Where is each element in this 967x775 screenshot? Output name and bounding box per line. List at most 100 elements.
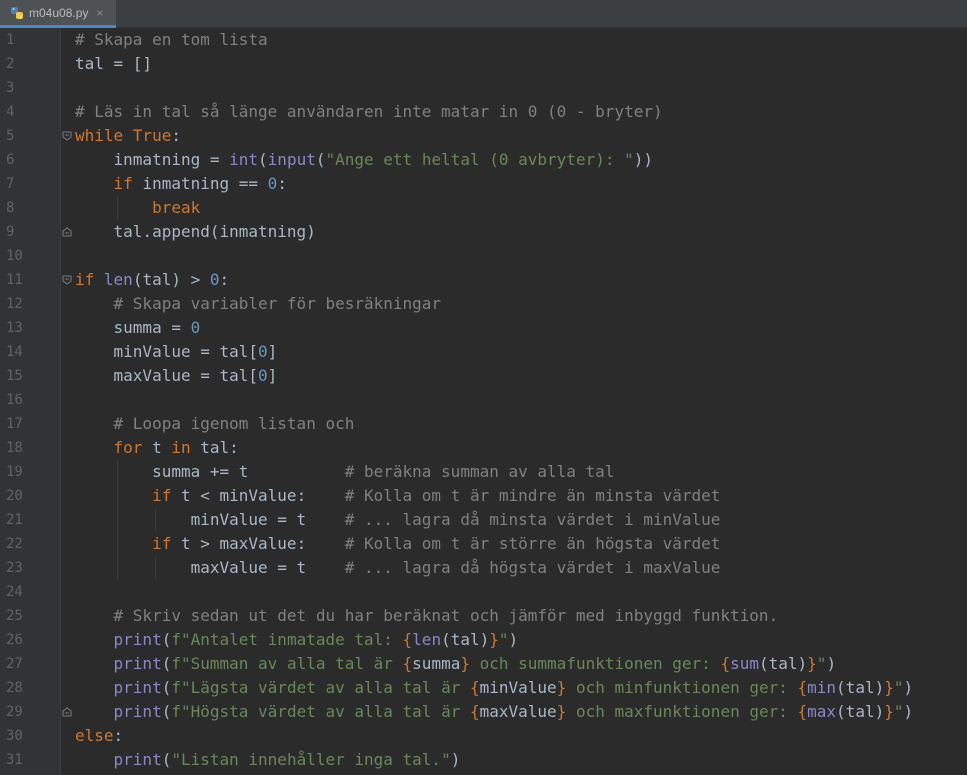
code-line[interactable]: 3 (0, 76, 967, 100)
python-file-icon (11, 6, 23, 19)
code-line[interactable]: 25 # Skriv sedan ut det du har beräknat … (0, 604, 967, 628)
code-text: # Skapa en tom lista (75, 28, 268, 52)
code-text: # Skapa variabler för besräkningar (75, 292, 442, 316)
code-text: else: (75, 724, 123, 748)
code-token: minValue = t (75, 510, 345, 529)
code-token: { (797, 678, 808, 697)
code-line[interactable]: 16 (0, 388, 967, 412)
code-line[interactable]: 31 print("Listan innehåller inga tal.") (0, 748, 967, 772)
code-token: "Ange ett heltal (0 avbryter): " (325, 150, 634, 169)
code-token: print (113, 702, 162, 721)
code-token: { (402, 630, 413, 649)
code-token: och minfunktionen ger: (566, 678, 798, 697)
code-token: maxValue (479, 702, 557, 721)
code-text: # Läs in tal så länge användaren inte ma… (75, 100, 663, 124)
code-token: print (113, 654, 162, 673)
code-text: inmatning = int(input("Ange ett heltal (… (75, 148, 653, 172)
code-line[interactable]: 30 else: (0, 724, 967, 748)
code-text: for t in tal: (75, 436, 239, 460)
code-line[interactable]: 1 # Skapa en tom lista (0, 28, 967, 52)
file-tab[interactable]: m04u08.py × (0, 0, 116, 28)
code-line[interactable]: 7 if inmatning == 0: (0, 172, 967, 196)
code-token: t (152, 438, 172, 457)
line-number: 20 (6, 488, 23, 504)
code-editor[interactable]: 1 # Skapa en tom lista 2 tal = [] 3 4 # Läs in… (0, 28, 967, 775)
code-line[interactable]: 8 break (0, 196, 967, 220)
code-line[interactable]: 29 print(f"Högsta värdet av alla tal är … (0, 700, 967, 724)
code-token: # ... lagra då minsta värdet i minValue (344, 510, 721, 529)
fold-open-icon[interactable] (62, 275, 72, 285)
code-text: print(f"Högsta värdet av alla tal är {ma… (75, 700, 914, 724)
code-token: " (816, 654, 827, 673)
fold-end-icon[interactable] (62, 227, 72, 237)
code-line[interactable]: 13 summa = 0 (0, 316, 967, 340)
code-line[interactable]: 6 inmatning = int(input("Ange ett heltal… (0, 148, 967, 172)
line-number: 13 (6, 320, 23, 336)
code-token: f"Antalet inmatade tal: (171, 630, 403, 649)
code-token: tal.append(inmatning) (75, 222, 316, 241)
code-token: } (884, 702, 894, 721)
code-token: } (556, 702, 567, 721)
code-text: if t < minValue: # Kolla om t är mindre … (75, 484, 720, 508)
code-line[interactable]: 22 if t > maxValue: # Kolla om t är stör… (0, 532, 967, 556)
code-line[interactable]: 15 maxValue = tal[0] (0, 364, 967, 388)
code-line[interactable]: 21 minValue = t # ... lagra då minsta vä… (0, 508, 967, 532)
code-token: (tal) (758, 654, 808, 673)
code-line[interactable]: 28 print(f"Lägsta värdet av alla tal är … (0, 676, 967, 700)
line-number: 17 (6, 416, 23, 432)
code-token: ] (267, 342, 278, 361)
code-token: print (113, 630, 162, 649)
line-number: 26 (6, 632, 23, 648)
code-line[interactable]: 19 summa += t # beräkna summan av alla t… (0, 460, 967, 484)
code-line[interactable]: 11 if len(tal) > 0: (0, 268, 967, 292)
code-line[interactable]: 27 print(f"Summan av alla tal är {summa}… (0, 652, 967, 676)
code-token: : (277, 174, 287, 193)
code-line[interactable]: 18 for t in tal: (0, 436, 967, 460)
code-token: : (171, 126, 181, 145)
code-line[interactable]: 9 tal.append(inmatning) (0, 220, 967, 244)
fold-open-icon[interactable] (62, 131, 72, 141)
line-number: 28 (6, 680, 23, 696)
line-number: 12 (6, 296, 23, 312)
code-token: "Listan innehåller inga tal." (171, 750, 451, 769)
code-text: print(f"Lägsta värdet av alla tal är {mi… (75, 676, 914, 700)
code-token: tal: (200, 438, 239, 457)
line-number: 22 (6, 536, 23, 552)
code-token: t < minValue: (180, 486, 345, 505)
code-line[interactable]: 14 minValue = tal[0] (0, 340, 967, 364)
code-line[interactable]: 26 print(f"Antalet inmatade tal: {len(ta… (0, 628, 967, 652)
code-text: tal.append(inmatning) (75, 220, 316, 244)
code-text: if len(tal) > 0: (75, 268, 229, 292)
code-line[interactable]: 5 while True: (0, 124, 967, 148)
line-number: 25 (6, 608, 23, 624)
close-tab-icon[interactable]: × (96, 6, 103, 20)
code-token: t > maxValue: (180, 534, 345, 553)
code-line[interactable]: 17 # Loopa igenom listan och (0, 412, 967, 436)
code-line[interactable]: 24 (0, 580, 967, 604)
line-number: 29 (6, 704, 23, 720)
code-token: True (132, 126, 172, 145)
code-token: } (489, 630, 499, 649)
code-token: # beräkna summan av alla tal (344, 462, 615, 481)
code-token: if (152, 486, 181, 505)
code-line[interactable]: 23 maxValue = t # ... lagra då högsta vä… (0, 556, 967, 580)
code-line[interactable]: 20 if t < minValue: # Kolla om t är mind… (0, 484, 967, 508)
code-line[interactable]: 10 (0, 244, 967, 268)
code-token: while (75, 126, 133, 145)
fold-end-icon[interactable] (62, 707, 72, 717)
code-line[interactable]: 12 # Skapa variabler för besräkningar (0, 292, 967, 316)
code-token: ] (267, 366, 278, 385)
code-token: summa (412, 654, 461, 673)
code-token: inmatning == (142, 174, 268, 193)
code-token: och maxfunktionen ger: (566, 702, 798, 721)
code-text: minValue = tal[0] (75, 340, 278, 364)
code-token: ( (161, 678, 172, 697)
code-token: { (469, 678, 480, 697)
code-token: break (152, 198, 201, 217)
code-line[interactable]: 4 # Läs in tal så länge användaren inte m… (0, 100, 967, 124)
code-line[interactable]: 2 tal = [] (0, 52, 967, 76)
